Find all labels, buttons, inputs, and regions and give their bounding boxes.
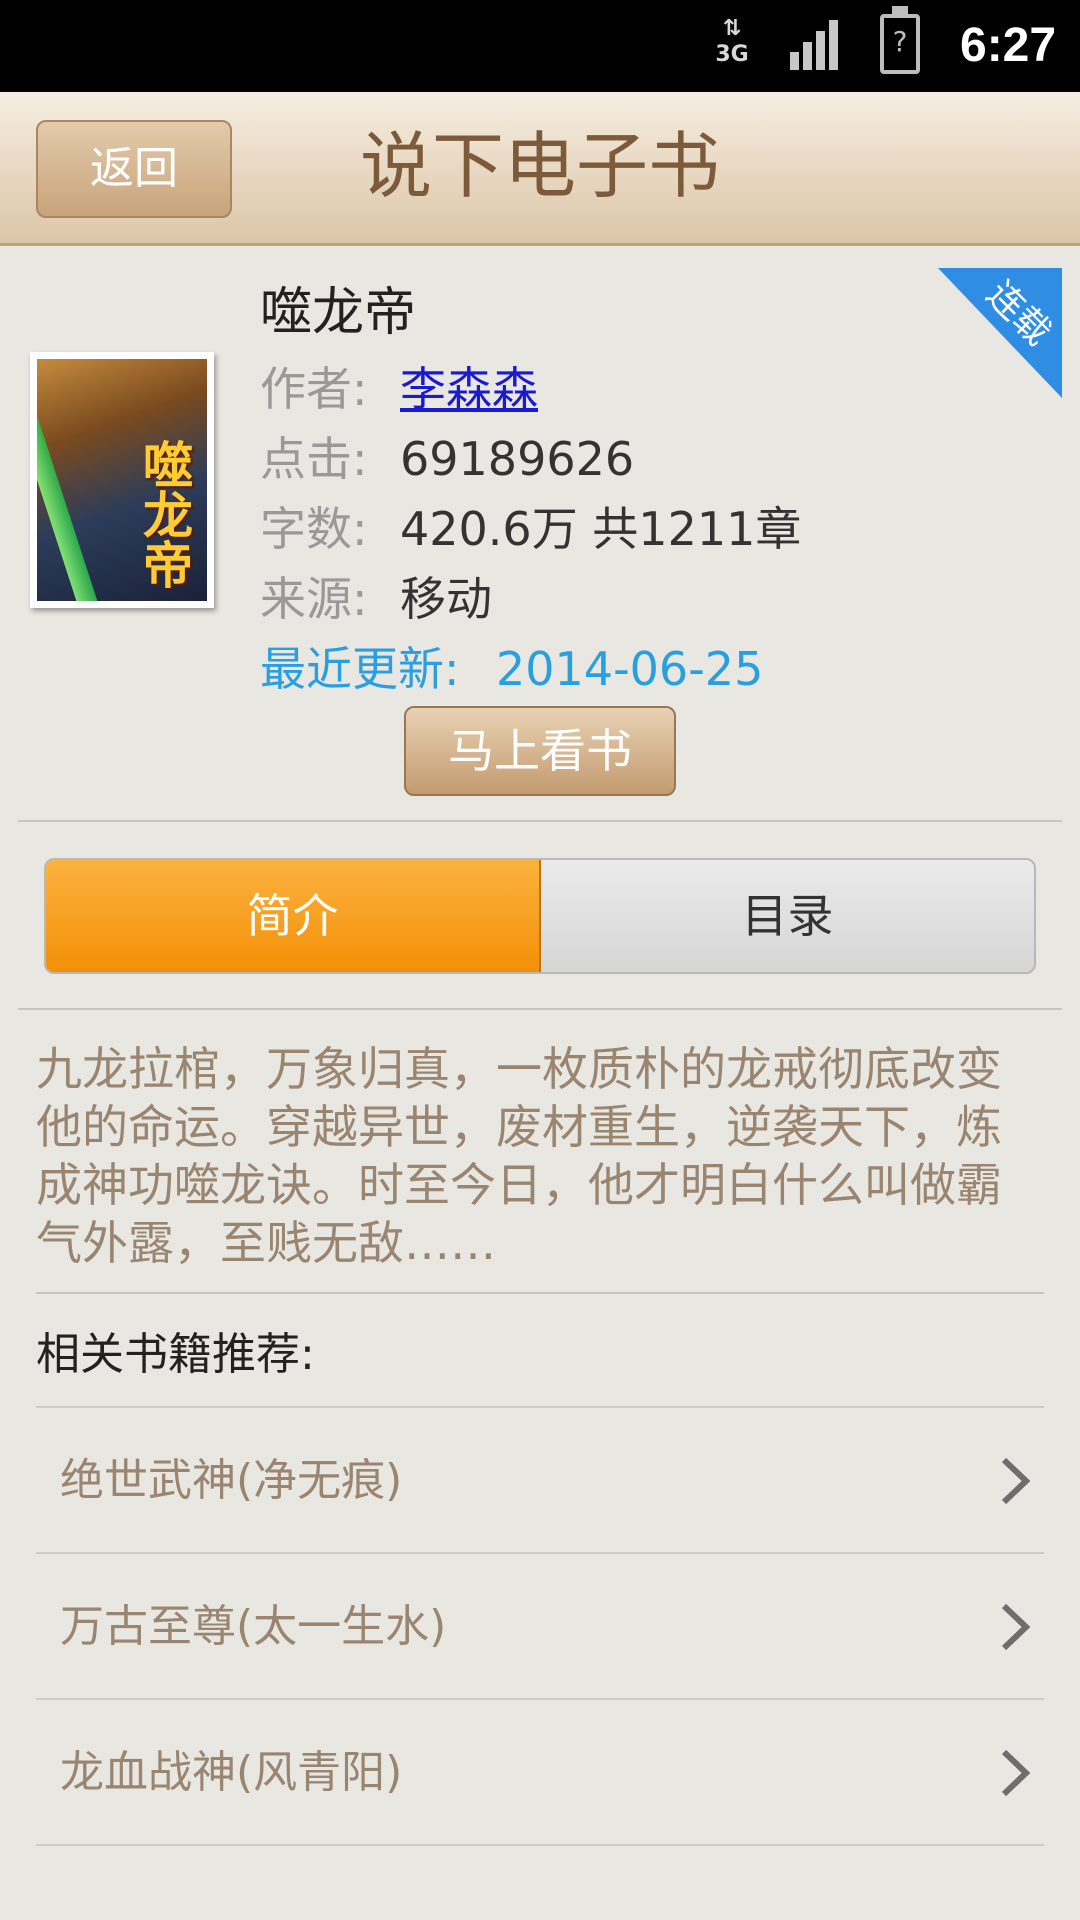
status-bar: ⇅ 3G ? 6:27 xyxy=(0,0,1080,92)
clock: 6:27 xyxy=(960,19,1057,72)
network-label: 3G xyxy=(715,42,749,67)
recommendation-item[interactable]: 龙血战神(风青阳) xyxy=(36,1698,1044,1844)
cover-sword-graphic xyxy=(37,401,101,601)
battery-icon: ? xyxy=(880,6,920,74)
author-link[interactable]: 李森森 xyxy=(400,362,538,416)
source-row: 来源: 移动 xyxy=(260,566,492,632)
recommendation-label: 万古至尊(太一生水) xyxy=(60,1601,447,1652)
divider xyxy=(36,1292,1044,1294)
divider xyxy=(36,1844,1044,1846)
read-now-button[interactable]: 马上看书 xyxy=(404,706,676,796)
network-3g-icon: ⇅ 3G xyxy=(715,16,749,67)
clicks-label: 点击: xyxy=(260,432,368,486)
divider xyxy=(18,820,1062,822)
chevron-right-icon xyxy=(1001,1749,1030,1797)
divider xyxy=(18,1008,1062,1010)
word-count-row: 字数: 420.6万 共1211章 xyxy=(260,496,801,562)
book-cover: 噬龙帝 xyxy=(30,352,214,608)
chevron-right-icon xyxy=(1001,1603,1030,1651)
serial-status-ribbon: 连载 xyxy=(938,268,1062,398)
last-update-label: 最近更新: xyxy=(260,642,460,696)
source-value: 移动 xyxy=(400,572,492,626)
last-update-value: 2014-06-25 xyxy=(496,642,764,696)
author-row: 作者: 李森森 xyxy=(260,356,538,422)
signal-strength-icon xyxy=(790,20,838,70)
recommendation-label: 龙血战神(风青阳) xyxy=(60,1747,403,1798)
recommendation-item[interactable]: 绝世武神(净无痕) xyxy=(36,1406,1044,1552)
recommendation-label: 绝世武神(净无痕) xyxy=(60,1455,403,1506)
back-button[interactable]: 返回 xyxy=(36,120,232,218)
cover-title-text: 噬龙帝 xyxy=(135,439,194,589)
tab-introduction[interactable]: 简介 xyxy=(46,860,541,972)
chevron-right-icon xyxy=(1001,1457,1030,1505)
word-count-label: 字数: xyxy=(260,502,368,556)
book-synopsis: 九龙拉棺，万象归真，一枚质朴的龙戒彻底改变他的命运。穿越异世，废材重生，逆袭天下… xyxy=(36,1042,1002,1270)
recommendations-heading: 相关书籍推荐: xyxy=(36,1329,315,1380)
author-label: 作者: xyxy=(260,362,368,416)
cover-artwork: 噬龙帝 xyxy=(37,359,207,601)
tab-table-of-contents[interactable]: 目录 xyxy=(541,860,1034,972)
tab-bar: 简介 目录 xyxy=(44,858,1036,974)
last-update-row: 最近更新: 2014-06-25 xyxy=(260,636,763,702)
source-label: 来源: xyxy=(260,572,368,626)
title-bar: 说下电子书 返回 xyxy=(0,92,1080,246)
book-title: 噬龙帝 xyxy=(260,283,417,343)
word-count-value: 420.6万 共1211章 xyxy=(400,502,802,556)
battery-status: ? xyxy=(892,25,908,58)
clicks-row: 点击: 69189626 xyxy=(260,426,634,492)
clicks-value: 69189626 xyxy=(400,432,635,486)
recommendation-item[interactable]: 万古至尊(太一生水) xyxy=(36,1552,1044,1698)
